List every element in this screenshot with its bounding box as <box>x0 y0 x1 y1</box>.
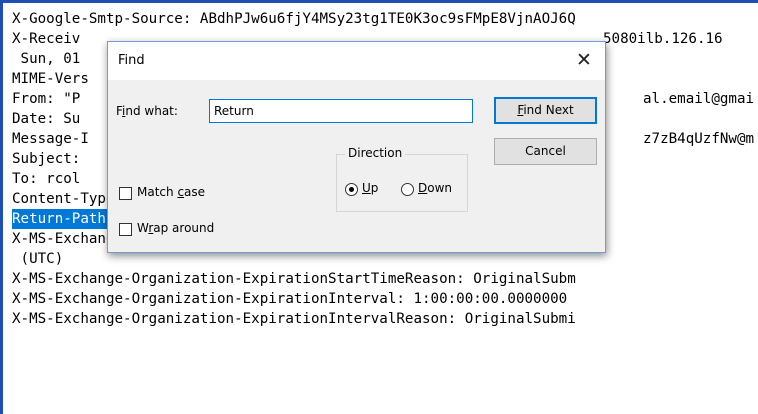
text-line-fragment: al.email@gmai <box>643 91 755 107</box>
down-radio[interactable] <box>401 183 414 196</box>
text-line: Date: Su <box>12 111 81 127</box>
text-line: X-MS-Exchange-Organization-ExpirationSta… <box>12 271 576 287</box>
text-line: To: rcol <box>12 171 81 187</box>
direction-label: Direction <box>345 146 406 160</box>
text-line: From: "P <box>12 91 81 107</box>
down-label[interactable]: Down <box>418 181 452 195</box>
cancel-button[interactable]: Cancel <box>494 138 597 165</box>
text-line: Subject: <box>12 151 81 167</box>
text-line-fragment: z7zB4qUzfNw@m <box>643 131 755 147</box>
text-line: (UTC) <box>12 251 64 267</box>
up-radio[interactable] <box>345 183 358 196</box>
text-line: X-MS-Exchange-Organization-ExpirationInt… <box>12 311 576 327</box>
find-next-button[interactable]: Find Next <box>494 97 597 124</box>
find-dialog: Find ✕ Find what: Find Next Cancel Direc… <box>107 41 606 253</box>
text-line: Sun, 01 <box>12 51 81 67</box>
match-case-label[interactable]: Match case <box>137 185 205 199</box>
up-label[interactable]: Up <box>362 181 378 195</box>
text-line: Message-I <box>12 131 89 147</box>
wrap-around-checkbox[interactable] <box>119 223 132 236</box>
wrap-around-label[interactable]: Wrap around <box>137 221 214 235</box>
text-line: X-MS-Exchange-Organization-ExpirationInt… <box>12 291 568 307</box>
dialog-titlebar[interactable]: Find ✕ <box>108 42 605 80</box>
find-what-label: Find what: <box>116 104 178 118</box>
text-line: MIME-Vers <box>12 71 89 87</box>
find-what-input[interactable] <box>209 99 473 123</box>
text-line: X-Receiv <box>12 31 81 47</box>
text-line: X-Google-Smtp-Source: ABdhPJw6u6fjY4MSy2… <box>12 11 576 27</box>
text-line-fragment: 5080ilb.126.16 <box>603 31 723 47</box>
direction-group: Direction Up Down <box>336 146 468 212</box>
dialog-title: Find <box>118 53 145 68</box>
close-icon[interactable]: ✕ <box>573 49 595 71</box>
match-case-checkbox[interactable] <box>119 187 132 200</box>
